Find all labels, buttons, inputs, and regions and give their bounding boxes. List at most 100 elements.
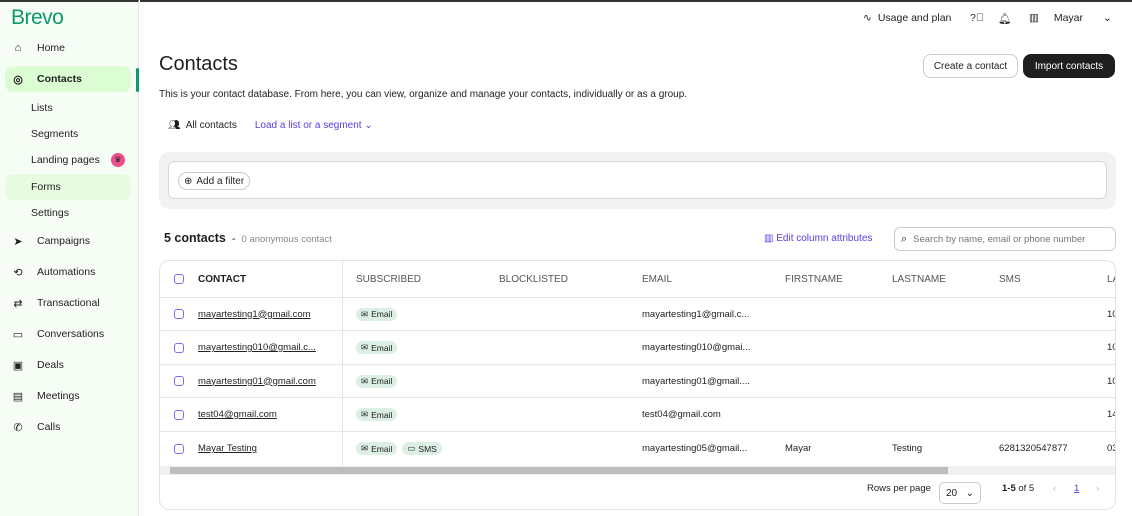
sidebar-item-home[interactable]: ⌂ Home (5, 35, 131, 61)
email-badge: ✉ Email (356, 341, 398, 354)
contact-link[interactable]: mayartesting010@gmail.c... (198, 332, 316, 364)
mail-icon: ✉ (361, 342, 369, 352)
home-icon: ⌂ (14, 42, 22, 54)
crown-icon: ♛ (111, 153, 125, 167)
plus-circle-icon: ⊕ (184, 175, 193, 187)
mail-icon: ✉ (361, 308, 369, 319)
first-cell: Mayar (785, 443, 812, 454)
column-header[interactable]: SUBSCRIBED (356, 261, 421, 297)
deals-icon: ▣ (12, 359, 24, 372)
sms-cell: 6281320547877 (999, 443, 1068, 454)
edit-column-attributes-link[interactable]: ▥ Edit column attributes (764, 233, 872, 244)
subscribed-cell: ✉ Email (356, 399, 402, 431)
contact-link[interactable]: mayartesting1@gmail.com (198, 298, 311, 330)
page-1-link[interactable]: 1 (1074, 483, 1079, 494)
email-badge: ✉ Email (356, 374, 398, 388)
subscribed-cell: ✉ Email (356, 365, 402, 397)
last-cell: Testing (892, 443, 923, 454)
row-checkbox[interactable] (174, 399, 184, 431)
column-header[interactable]: LA (1107, 261, 1115, 297)
extra-cell: 10 (1107, 308, 1115, 320)
subscribed-cell: ✉ Email ▭ SMS (356, 432, 447, 465)
mail-icon: ✉ (361, 409, 369, 419)
sidebar-item-automations[interactable]: ⟲ Automations (5, 259, 131, 285)
sidebar-item-settings[interactable]: Settings (5, 200, 131, 226)
brevo-logo[interactable]: Brevo (11, 6, 64, 30)
sidebar-item-contacts[interactable]: ◎ Contacts (5, 66, 131, 92)
sidebar-item-conversations[interactable]: ▭ Conversations (5, 321, 131, 347)
row-checkbox[interactable] (174, 332, 184, 364)
tab-all-contacts[interactable]: 👥︎ All contacts (168, 120, 237, 131)
sidebar-item-label: Automations (37, 266, 96, 278)
table-row[interactable]: mayartesting010@gmail.c... ✉ Email mayartes… (160, 332, 1115, 365)
sidebar-item-calls[interactable]: ✆ Calls (5, 414, 131, 440)
contacts-table: Rows per page 20 ⌄ 1-5 of 5 ‹ 1 › CONTACT… (159, 260, 1116, 510)
prev-page-icon[interactable]: ‹ (1053, 483, 1056, 494)
send-icon: ➤ (13, 235, 23, 248)
contact-link[interactable]: Mayar Testing (198, 432, 257, 465)
scrollbar-thumb[interactable] (170, 467, 948, 474)
sidebar-item-deals[interactable]: ▣ Deals (5, 352, 131, 378)
select-all-checkbox[interactable] (174, 261, 184, 297)
calendar-icon: ▤ (12, 390, 24, 403)
sidebar-item-label: Contacts (37, 73, 82, 85)
horizontal-scrollbar[interactable] (160, 466, 1115, 475)
topbar: ∿ Usage and plan ?⃝ 🔔︎ ▥ Mayar ⌄ (140, 0, 1132, 36)
row-checkbox[interactable] (174, 365, 184, 397)
sidebar-item-campaigns[interactable]: ➤ Campaigns (5, 228, 131, 254)
sidebar-item-forms[interactable]: Forms (5, 174, 131, 200)
contact-link[interactable]: mayartesting01@gmail.com (198, 365, 316, 397)
row-checkbox[interactable] (174, 298, 184, 330)
load-list-dropdown[interactable]: Load a list or a segment ⌄ (255, 120, 373, 131)
sidebar-item-label: Lists (31, 102, 53, 114)
extra-cell: 10 (1107, 375, 1115, 387)
contacts-count: 5 contacts -0 anonymous contact (164, 231, 332, 245)
email-badge: ✉ Email (356, 307, 398, 321)
search-field[interactable]: ⌕ (894, 227, 1116, 251)
import-contacts-button[interactable]: Import contacts (1023, 54, 1115, 78)
filter-bar: ⊕ Add a filter (159, 152, 1116, 209)
column-header[interactable]: CONTACT (198, 261, 246, 297)
column-header[interactable]: SMS (999, 261, 1021, 297)
page-description: This is your contact database. From here… (159, 89, 688, 100)
sidebar-item-segments[interactable]: Segments (5, 121, 131, 147)
usage-and-plan-button[interactable]: ∿ Usage and plan (863, 12, 951, 24)
extra-cell: 14 (1107, 409, 1115, 420)
table-row[interactable]: mayartesting01@gmail.com ✉ Email mayartesti… (160, 365, 1115, 398)
email-cell: mayartesting1@gmail.c... (642, 308, 750, 320)
search-icon: ⌕ (901, 232, 908, 245)
search-input[interactable] (913, 233, 1104, 245)
create-contact-button[interactable]: Create a contact (923, 54, 1018, 78)
help-icon[interactable]: ?⃝ (970, 12, 984, 24)
email-cell: mayartesting010@gmai... (642, 342, 751, 353)
sidebar-item-label: Conversations (37, 328, 105, 340)
sidebar-item-meetings[interactable]: ▤ Meetings (5, 383, 131, 409)
sidebar-item-label: Campaigns (37, 235, 91, 247)
rows-per-page-select[interactable]: 20 ⌄ (939, 482, 981, 504)
users-icon: 👥︎ (168, 120, 181, 131)
sidebar-item-label: Forms (31, 181, 61, 193)
email-cell: test04@gmail.com (642, 409, 721, 420)
sidebar-item-label: Transactional (37, 297, 100, 309)
extra-cell: 03 (1107, 443, 1115, 454)
sidebar-item-lists[interactable]: Lists (5, 95, 131, 121)
sms-badge: ▭ SMS (402, 442, 442, 455)
contact-link[interactable]: test04@gmail.com (198, 399, 277, 431)
column-header[interactable]: EMAIL (642, 261, 672, 297)
extra-cell: 10 (1107, 342, 1115, 353)
table-row[interactable]: test04@gmail.com ✉Email test04@gmail.com 14 (160, 399, 1115, 432)
next-page-icon[interactable]: › (1096, 483, 1099, 494)
table-row[interactable]: Mayar Testing ✉ Email ▭ SMS mayartesting05@gm… (160, 432, 1115, 465)
account-menu[interactable]: ▥ Mayar ⌄ (1029, 12, 1112, 24)
add-filter-button[interactable]: ⊕ Add a filter (178, 172, 251, 190)
email-cell: mayartesting01@gmail.... (642, 375, 750, 387)
sidebar-item-transactional[interactable]: ⇄ Transactional (5, 290, 131, 316)
column-header[interactable]: BLOCKLISTED (499, 261, 568, 297)
column-header[interactable]: LASTNAME (892, 261, 946, 297)
table-row[interactable]: mayartesting1@gmail.com ✉ Email mayartestin… (160, 298, 1115, 331)
bell-icon[interactable]: 🔔︎ (998, 12, 1011, 25)
column-header[interactable]: FIRSTNAME (785, 261, 843, 297)
row-checkbox[interactable] (174, 432, 184, 465)
sidebar-item-landing-pages[interactable]: Landing pages ♛ (5, 147, 131, 173)
sidebar-item-label: Segments (31, 128, 79, 140)
